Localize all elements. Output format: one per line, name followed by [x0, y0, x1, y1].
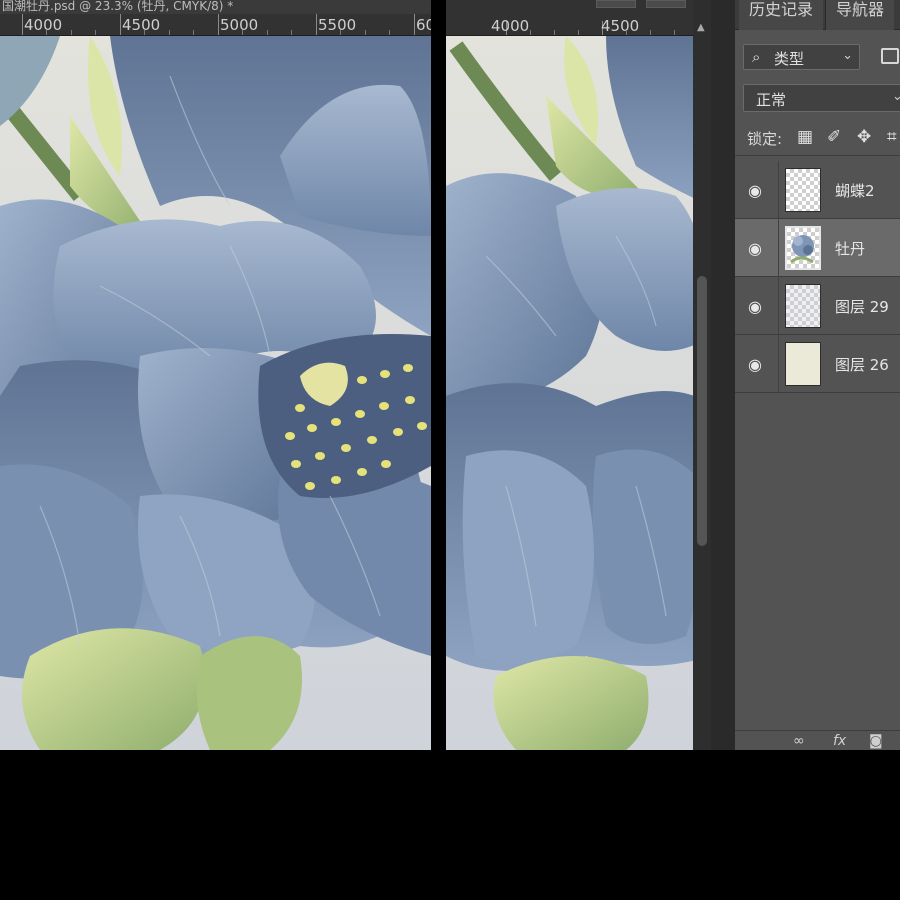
layer-name: 图层 29	[835, 298, 889, 316]
document-tab-title: 国潮牡丹.psd @ 23.3% (牡丹, CMYK/8) *	[2, 0, 234, 13]
fx-icon[interactable]: fx	[833, 733, 846, 749]
layers-panel: 历史记录 导航器 ⌕ 类型 ⌄ 正常 ⌄ 锁定: ▦ ✐ ✥ ⌗ ◉ 蝴蝶2 ◉	[735, 0, 900, 750]
ruler-label: 4000	[491, 17, 530, 35]
layer-thumbnail[interactable]	[785, 226, 821, 270]
ruler-label: 4500	[122, 16, 161, 34]
peony-thumbnail-icon	[790, 235, 814, 264]
ruler-label: 5000	[220, 16, 259, 34]
layer-row-selected[interactable]: ◉ 牡丹	[735, 219, 900, 277]
mask-icon[interactable]: ◙	[869, 733, 883, 749]
search-icon: ⌕	[752, 48, 761, 66]
vertical-scrollbar[interactable]: ▲	[693, 0, 711, 750]
layer-thumbnail[interactable]	[785, 284, 821, 328]
layer-row[interactable]: ◉ 蝴蝶2	[735, 161, 900, 219]
ruler-label: 4000	[24, 16, 63, 34]
tab-history[interactable]: 历史记录	[739, 0, 824, 30]
tab-navigator[interactable]: 导航器	[825, 0, 895, 30]
layer-row[interactable]: ◉ 图层 29	[735, 277, 900, 335]
layer-row[interactable]: ◉ 图层 26	[735, 335, 900, 393]
lock-position-move-icon[interactable]: ✥	[857, 127, 871, 147]
scroll-up-arrow-icon[interactable]: ▲	[697, 22, 705, 33]
layers-bottom-toolbar: ∞ fx ◙	[735, 730, 900, 750]
layer-name: 蝴蝶2	[835, 182, 875, 200]
document-tab[interactable]: 国潮牡丹.psd @ 23.3% (牡丹, CMYK/8) *	[0, 0, 431, 14]
maximize-button[interactable]	[646, 0, 686, 8]
peony-artwork-right[interactable]	[446, 36, 711, 750]
filter-kind-select[interactable]: ⌕ 类型 ⌄	[743, 44, 860, 70]
filter-kind-label: 类型	[774, 50, 805, 68]
canvas-view-right[interactable]: 4000 4500 ▲	[446, 0, 711, 750]
panel-separator	[711, 0, 735, 750]
layers-list: ◉ 蝴蝶2 ◉ 牡丹 ◉ 图层 29 ◉ 图层 26	[735, 161, 900, 393]
horizontal-ruler[interactable]: 4000 4500	[446, 0, 711, 36]
layer-thumbnail[interactable]	[785, 342, 821, 386]
layer-filter-row: ⌕ 类型 ⌄	[735, 38, 900, 76]
horizontal-ruler[interactable]: 4000 4500 5000 5500 60	[0, 14, 431, 36]
layer-name: 图层 26	[835, 356, 889, 374]
link-icon[interactable]: ∞	[793, 733, 805, 749]
layer-thumbnail[interactable]	[785, 168, 821, 212]
canvas-view-left[interactable]: 国潮牡丹.psd @ 23.3% (牡丹, CMYK/8) * 4000 450…	[0, 0, 431, 750]
visibility-eye-icon[interactable]: ◉	[748, 239, 762, 258]
panel-tab-bar: 历史记录 导航器	[735, 0, 900, 30]
image-filter-icon[interactable]	[881, 48, 899, 64]
lock-row: 锁定: ▦ ✐ ✥ ⌗	[735, 120, 900, 156]
visibility-eye-icon[interactable]: ◉	[748, 355, 762, 374]
ruler-label: 5500	[318, 16, 357, 34]
view-divider	[431, 0, 446, 750]
visibility-eye-icon[interactable]: ◉	[748, 297, 762, 316]
peony-artwork-left[interactable]	[0, 36, 431, 750]
ruler-label: 60	[416, 16, 431, 34]
ruler-label: 4500	[601, 17, 640, 35]
lock-transparent-pixels-icon[interactable]: ▦	[797, 127, 813, 147]
blend-mode-label: 正常	[756, 91, 787, 109]
layer-name: 牡丹	[835, 240, 866, 258]
scroll-thumb[interactable]	[697, 276, 707, 546]
chevron-down-icon: ⌄	[892, 89, 900, 104]
lock-image-pixels-brush-icon[interactable]: ✐	[827, 127, 841, 147]
lock-artboard-icon[interactable]: ⌗	[887, 127, 897, 147]
blend-mode-select[interactable]: 正常 ⌄	[743, 84, 900, 112]
lock-label: 锁定:	[747, 130, 783, 148]
visibility-eye-icon[interactable]: ◉	[748, 181, 762, 200]
minimize-button[interactable]	[596, 0, 636, 8]
chevron-down-icon: ⌄	[842, 48, 853, 63]
